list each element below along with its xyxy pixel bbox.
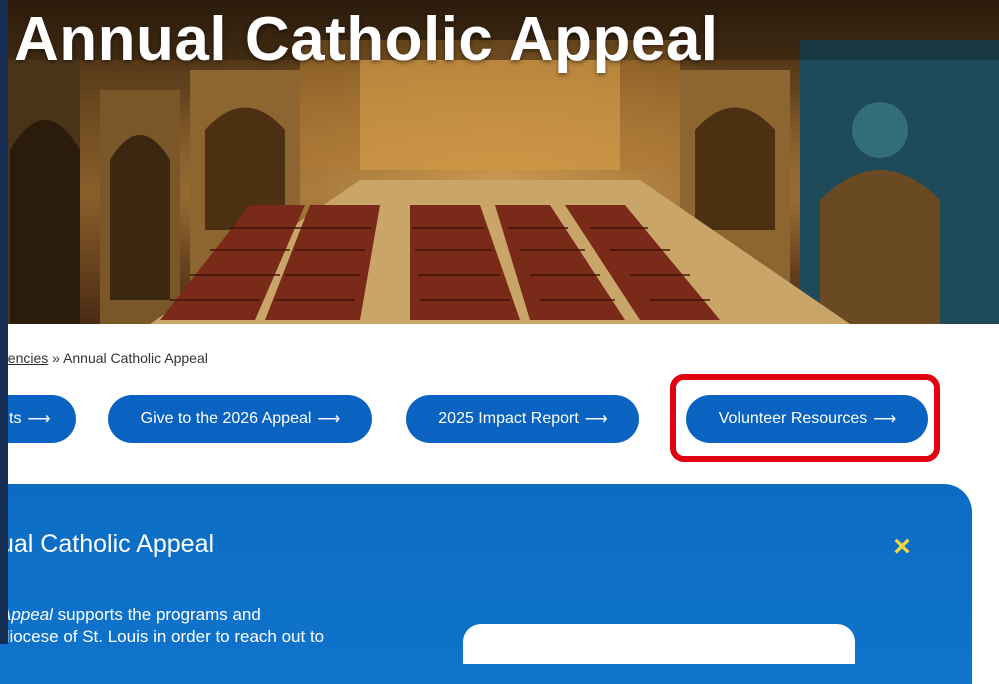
panel-card bbox=[463, 624, 855, 664]
highlight-box bbox=[670, 374, 940, 462]
breadcrumb: gencies » Annual Catholic Appeal bbox=[0, 350, 208, 366]
impact-report-button-label: 2025 Impact Report bbox=[438, 410, 579, 427]
results-button[interactable]: ults ⟶ bbox=[0, 395, 76, 443]
hero-banner: Annual Catholic Appeal bbox=[0, 0, 999, 324]
close-icon[interactable]: × bbox=[888, 532, 916, 562]
arrow-right-icon: ⟶ bbox=[27, 411, 50, 428]
page-title: Annual Catholic Appeal bbox=[14, 5, 719, 74]
panel-description-line2: diocese of St. Louis in order to reach o… bbox=[0, 627, 325, 646]
breadcrumb-current: Annual Catholic Appeal bbox=[63, 350, 208, 366]
panel-description-line1: supports the programs and bbox=[52, 605, 261, 624]
window-edge bbox=[0, 0, 8, 644]
give-appeal-button[interactable]: Give to the 2026 Appeal ⟶ bbox=[108, 395, 372, 443]
panel-title: ual Catholic Appeal bbox=[0, 530, 215, 558]
breadcrumb-separator: » bbox=[48, 350, 64, 366]
impact-report-button[interactable]: 2025 Impact Report ⟶ bbox=[406, 395, 639, 443]
arrow-right-icon: ⟶ bbox=[584, 411, 608, 428]
give-appeal-button-label: Give to the 2026 Appeal bbox=[140, 410, 312, 427]
panel-description: Appeal supports the programs and diocese … bbox=[0, 604, 380, 648]
arrow-right-icon: ⟶ bbox=[317, 411, 340, 428]
